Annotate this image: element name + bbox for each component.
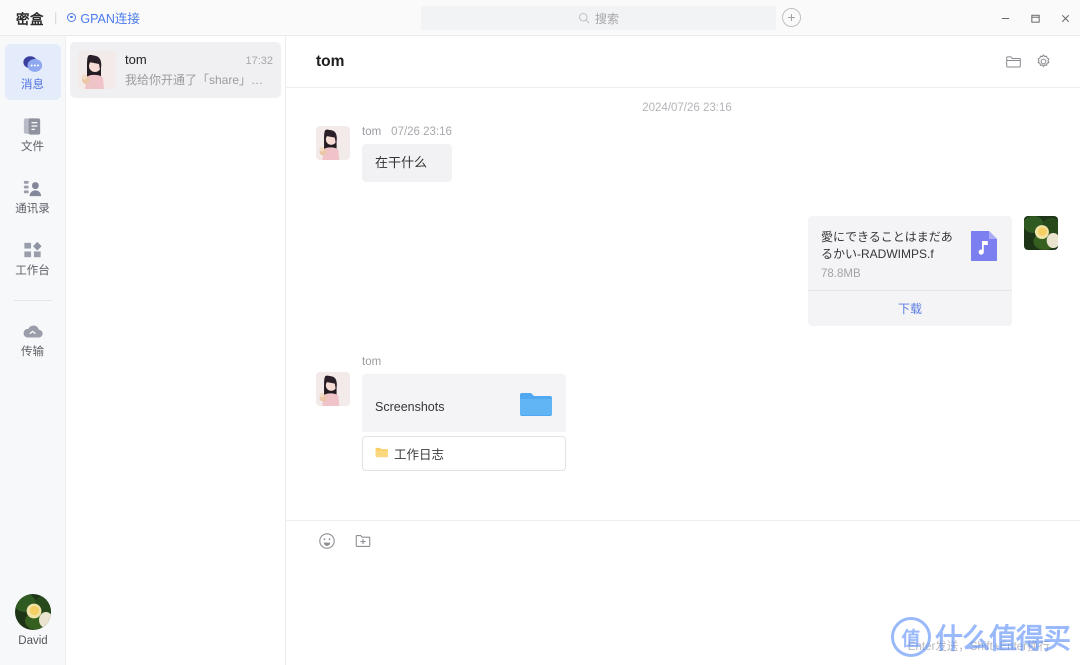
message-meta: tom 07/26 23:16 (362, 126, 452, 138)
folder-card-clip: Screenshots (362, 374, 566, 433)
rail-divider (13, 300, 52, 301)
list-item-text: tom 17:32 我给你开通了「share」可... (125, 52, 273, 88)
download-button[interactable]: 下载 (808, 291, 1012, 326)
folder-card-info: Screenshots (375, 398, 509, 416)
avatar (1024, 215, 1058, 250)
file-size: 78.8MB (821, 268, 861, 281)
app-brand-name: 密盒 (16, 11, 44, 27)
sidebar-item-transfer[interactable]: 传输 (5, 311, 61, 367)
search-placeholder: 搜索 (594, 11, 619, 26)
file-card-actions: 下载 (808, 290, 1012, 326)
search-input[interactable]: 搜索 (421, 6, 776, 30)
file-name: 愛にできることはまだあるかい-RADWIMPS.f (821, 229, 953, 261)
blue-folder-icon (519, 390, 553, 423)
yellow-folder-icon (375, 447, 388, 461)
message-composer: Enter发送，Shift+Enter换行 (286, 520, 1080, 665)
file-card-info: 愛にできることはまだあるかい-RADWIMPS.f 78.8MB (821, 229, 959, 281)
title-bar: 密盒 | GPAN连接 搜索 + (0, 0, 1080, 36)
window-controls (990, 0, 1080, 36)
emoji-icon[interactable] (316, 530, 338, 552)
folder-card[interactable]: Screenshots (362, 374, 566, 433)
message-list: 2024/07/26 23:16 tom 07/26 23:16 在干什么 愛に… (286, 88, 1080, 520)
sidebar-item-contacts[interactable]: 通讯录 (5, 168, 61, 224)
message-column: 愛にできることはまだあるかい-RADWIMPS.f 78.8MB 下载 (808, 215, 1012, 327)
file-card[interactable]: 愛にできることはまだあるかい-RADWIMPS.f 78.8MB 下载 (808, 215, 1012, 327)
sidebar-item-files[interactable]: 文件 (5, 106, 61, 162)
sidebar-item-label: 工作台 (15, 265, 50, 278)
date-separator: 2024/07/26 23:16 (642, 102, 732, 114)
message-bubble[interactable]: 在干什么 (362, 144, 452, 182)
folder-card-body: Screenshots (362, 374, 566, 432)
file-upload-icon[interactable] (352, 530, 374, 552)
contacts-icon (21, 176, 44, 200)
radio-dot-icon (67, 13, 77, 22)
page-title: tom (316, 52, 345, 70)
message-column: tom Screenshots 工作日志 (362, 356, 566, 472)
current-user[interactable]: David (0, 594, 66, 647)
workspace-grid-icon (21, 238, 44, 262)
send-hint: Enter发送，Shift+Enter换行 (907, 641, 1050, 653)
list-item-header: tom 17:32 (125, 52, 273, 67)
close-icon (1061, 14, 1069, 22)
message-sender: tom (362, 126, 382, 138)
message-outgoing-file: 愛にできることはまだあるかい-RADWIMPS.f 78.8MB 下载 (316, 215, 1058, 327)
message-column: tom 07/26 23:16 在干什么 (362, 126, 452, 182)
gpan-connection-label: GPAN连接 (80, 12, 140, 26)
sidebar-item-label: 传输 (21, 346, 44, 359)
minimize-icon (1001, 17, 1009, 19)
avatar (316, 126, 350, 160)
message-input[interactable] (316, 556, 1050, 638)
conversation-panel: tom 2024/07/26 23:16 tom 07/26 23:16 在干什… (286, 36, 1080, 665)
avatar (15, 594, 51, 630)
music-file-icon (969, 229, 999, 281)
brand-area: 密盒 | GPAN连接 (0, 8, 140, 28)
message-meta: tom (362, 356, 566, 368)
app-body: 消息 文件 通讯录 工作台 传输 David tom 17:32 我给你开通了「… (0, 36, 1080, 665)
chat-list: tom 17:32 我给你开通了「share」可... (66, 36, 286, 665)
composer-toolbar (316, 521, 1050, 556)
chat-bubbles-icon (21, 52, 45, 76)
conversation-header: tom (286, 36, 1080, 88)
sidebar-item-messages[interactable]: 消息 (4, 44, 61, 100)
list-item-preview: 我给你开通了「share」可... (125, 73, 273, 87)
maximize-button[interactable] (1020, 0, 1050, 36)
sidebar-item-label: 消息 (21, 79, 44, 92)
message-incoming-text: tom 07/26 23:16 在干什么 (316, 126, 1058, 182)
add-button[interactable]: + (782, 8, 801, 27)
app-window: 密盒 | GPAN连接 搜索 + 消息 文件 通讯录 工作台 传输 David … (0, 0, 1080, 665)
current-user-name: David (18, 635, 48, 647)
maximize-icon (1030, 14, 1040, 23)
search-icon (578, 12, 590, 24)
navigation-rail: 消息 文件 通讯录 工作台 传输 David (0, 36, 66, 665)
message-time: 07/26 23:16 (391, 126, 452, 138)
gear-icon[interactable] (1028, 47, 1058, 77)
brand-separator: | (54, 10, 58, 25)
minimize-button[interactable] (990, 0, 1020, 36)
folder-name: Screenshots (375, 399, 445, 414)
sidebar-item-label: 通讯录 (15, 203, 50, 216)
sidebar-item-label: 文件 (21, 141, 44, 154)
message-incoming-folder: tom Screenshots 工作日志 (316, 356, 1058, 472)
avatar (78, 51, 116, 89)
message-sender: tom (362, 356, 382, 369)
work-log-button[interactable]: 工作日志 (362, 436, 566, 472)
list-item[interactable]: tom 17:32 我给你开通了「share」可... (70, 42, 281, 98)
list-item-time: 17:32 (245, 55, 273, 67)
avatar (316, 372, 350, 407)
gpan-connection-button[interactable]: GPAN连接 (67, 8, 140, 27)
folder-icon[interactable] (998, 47, 1028, 77)
file-card-body: 愛にできることはまだあるかい-RADWIMPS.f 78.8MB (808, 216, 1012, 291)
cloud-transfer-icon (21, 319, 45, 343)
list-item-name: tom (125, 52, 147, 67)
work-log-label: 工作日志 (394, 448, 445, 463)
close-button[interactable] (1050, 0, 1080, 36)
documents-icon (21, 114, 44, 138)
sidebar-item-workspace[interactable]: 工作台 (5, 230, 61, 286)
plus-icon: + (787, 9, 796, 25)
